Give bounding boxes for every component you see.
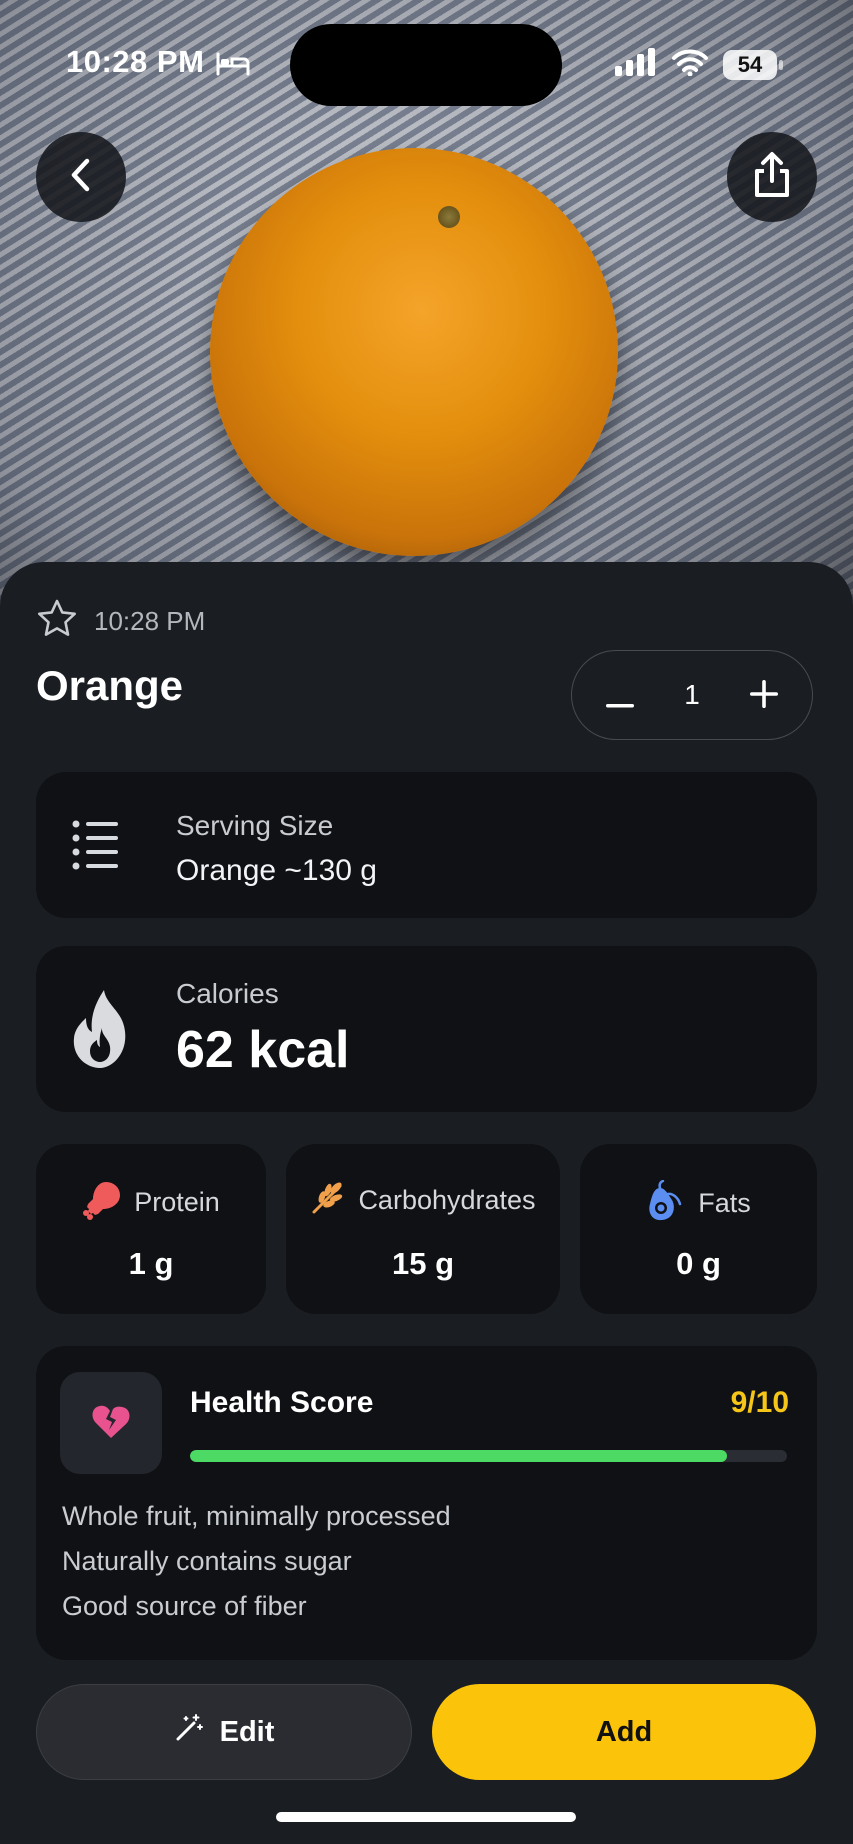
home-indicator xyxy=(276,1812,576,1822)
calories-label: Calories xyxy=(176,978,279,1009)
macro-head: Carbohydrates xyxy=(286,1180,560,1221)
wifi-icon xyxy=(671,48,709,81)
macro-value: 0 g xyxy=(676,1246,721,1281)
share-icon xyxy=(751,151,793,204)
health-score-value: 9/10 xyxy=(730,1386,789,1419)
calories-value: 62 kcal xyxy=(176,1021,350,1079)
star-icon[interactable] xyxy=(36,598,78,645)
avocado-icon xyxy=(646,1179,686,1227)
entry-time: 10:28 PM xyxy=(94,606,206,636)
health-score-fill xyxy=(190,1450,728,1462)
minus-icon xyxy=(606,673,634,718)
health-notes: Whole fruit, minimally processed Natural… xyxy=(62,1494,451,1629)
macro-card-fats[interactable]: Fats 0 g xyxy=(580,1144,817,1314)
back-button[interactable] xyxy=(36,132,126,222)
flame-icon xyxy=(68,988,136,1075)
serving-size-label: Serving Size xyxy=(176,810,334,841)
decrement-button[interactable] xyxy=(600,675,640,715)
serving-size-card[interactable]: Serving Size Orange ~130 g xyxy=(36,772,817,918)
dynamic-island xyxy=(290,24,562,106)
bed-icon xyxy=(216,52,250,81)
health-note: Naturally contains sugar xyxy=(62,1546,352,1576)
orange-stem xyxy=(438,206,460,228)
chevron-left-icon xyxy=(66,156,96,199)
macro-card-carbohydrates[interactable]: Carbohydrates 15 g xyxy=(286,1144,560,1314)
magic-wand-icon xyxy=(174,1713,204,1751)
battery-level: 54 xyxy=(737,51,763,77)
entry-time-row: 10:28 PM xyxy=(36,598,205,645)
drumstick-icon xyxy=(82,1180,122,1225)
macro-head: Fats xyxy=(580,1179,817,1227)
health-score-bar xyxy=(190,1450,787,1462)
health-score-card[interactable]: Health Score 9/10 Whole fruit, minimally… xyxy=(36,1346,817,1660)
edit-button[interactable]: Edit xyxy=(36,1684,412,1780)
quantity-value: 1 xyxy=(684,679,700,710)
health-note: Good source of fiber xyxy=(62,1591,307,1621)
calories-card[interactable]: Calories 62 kcal xyxy=(36,946,817,1112)
macro-label: Protein xyxy=(134,1187,220,1217)
orange-image xyxy=(210,148,618,556)
broken-heart-icon xyxy=(91,1403,131,1444)
health-score-title: Health Score xyxy=(190,1386,374,1419)
increment-button[interactable] xyxy=(744,675,784,715)
macro-value: 15 g xyxy=(391,1246,455,1281)
serving-size-value: Orange ~130 g xyxy=(176,854,377,887)
food-title: Orange xyxy=(36,662,184,709)
macro-head: Protein xyxy=(36,1180,266,1225)
health-icon-tile xyxy=(60,1372,162,1474)
add-button[interactable]: Add xyxy=(432,1684,816,1780)
health-note: Whole fruit, minimally processed xyxy=(62,1501,451,1531)
macro-label: Fats xyxy=(698,1188,751,1218)
status-indicators: 54 xyxy=(615,48,783,81)
wheat-icon xyxy=(310,1180,346,1221)
list-icon xyxy=(72,818,120,877)
food-detail-sheet: 10:28 PM Orange 1 Serving Size Orange ~1… xyxy=(0,562,853,1844)
quantity-stepper: 1 xyxy=(571,650,813,740)
status-time: 10:28 PM xyxy=(66,44,205,79)
signal-icon xyxy=(615,48,657,81)
add-button-label: Add xyxy=(595,1715,653,1748)
edit-button-label: Edit xyxy=(219,1715,275,1748)
share-button[interactable] xyxy=(727,132,817,222)
macro-value: 1 g xyxy=(128,1246,174,1281)
plus-icon xyxy=(749,673,778,718)
macro-label: Carbohydrates xyxy=(358,1185,536,1215)
battery-icon: 54 xyxy=(723,49,783,80)
macro-card-protein[interactable]: Protein 1 g xyxy=(36,1144,266,1314)
